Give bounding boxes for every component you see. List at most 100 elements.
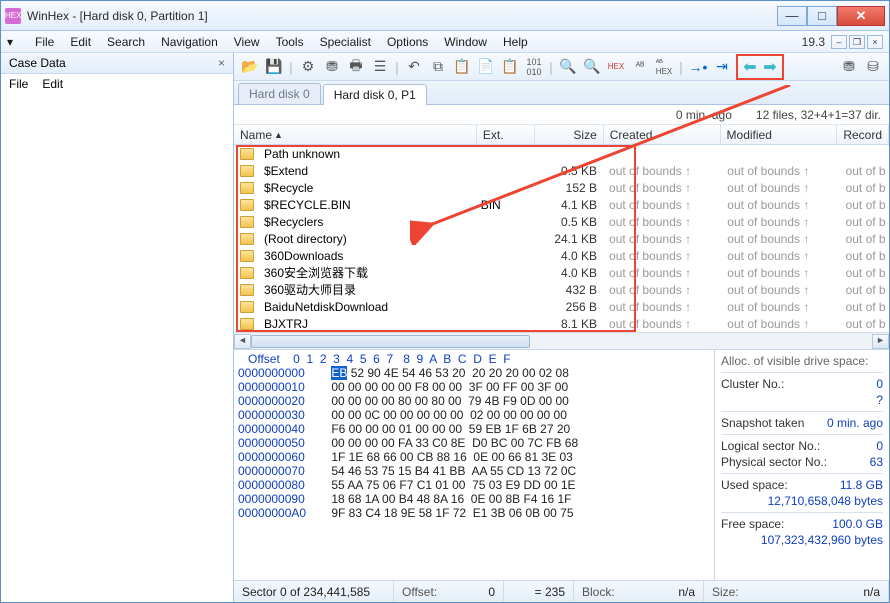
scroll-right-button[interactable]: ► [872, 334, 889, 349]
col-ext[interactable]: Ext. [477, 125, 536, 144]
col-size[interactable]: Size [535, 125, 603, 144]
used-label: Used space: [721, 478, 788, 492]
table-row[interactable]: Path unknown [234, 145, 889, 162]
menu-view[interactable]: View [226, 33, 268, 51]
save-icon[interactable]: 💾 [264, 57, 284, 77]
maximize-button[interactable]: □ [807, 6, 837, 26]
col-created[interactable]: Created [604, 125, 721, 144]
mdi-restore-button[interactable]: ❐ [849, 35, 865, 49]
menu-search[interactable]: Search [99, 33, 153, 51]
file-modified: out of bounds ↑ [721, 198, 839, 212]
file-record: out of b [840, 300, 889, 314]
open-file-icon[interactable]: 📂 [240, 57, 260, 77]
scroll-left-button[interactable]: ◄ [234, 334, 251, 349]
menu-tools[interactable]: Tools [268, 33, 312, 51]
mdi-close-button[interactable]: × [867, 35, 883, 49]
table-row[interactable]: 360驱动大师目录 432 B out of bounds ↑ out of b… [234, 281, 889, 298]
cluster-q: ? [876, 393, 883, 407]
file-created: out of bounds ↑ [603, 181, 721, 195]
file-size: 0.5 KB [534, 215, 603, 229]
hex-view[interactable]: Offset 0 1 2 3 4 5 6 7 8 9 A B C D E F00… [234, 350, 714, 580]
file-name: 360Downloads [258, 249, 475, 263]
goto-icon[interactable]: ⇥ [712, 57, 732, 77]
col-name[interactable]: Name▲ [234, 125, 477, 144]
clipboard-icon[interactable]: 📄 [476, 57, 496, 77]
menu-window[interactable]: Window [436, 33, 495, 51]
snapshot-label: Snapshot taken [721, 416, 804, 430]
nav-forward-icon[interactable]: ➡ [760, 57, 780, 77]
tab-hard-disk-0[interactable]: Hard disk 0 [238, 83, 321, 104]
folder-icon [240, 267, 254, 279]
status-eq: = 235 [535, 585, 565, 599]
menu-navigation[interactable]: Navigation [153, 33, 226, 51]
table-row[interactable]: $Recyclers 0.5 KB out of bounds ↑ out of… [234, 213, 889, 230]
col-record[interactable]: Record [837, 125, 889, 144]
goto-offset-icon[interactable]: →• [688, 57, 708, 77]
binary-icon[interactable]: 101010 [524, 57, 544, 77]
col-modified[interactable]: Modified [721, 125, 838, 144]
minimize-button[interactable]: — [777, 6, 807, 26]
table-row[interactable]: BaiduNetdiskDownload 256 B out of bounds… [234, 298, 889, 315]
open-disk-icon[interactable]: ⚙ [298, 57, 318, 77]
hex-label-icon[interactable]: HEX [606, 57, 626, 77]
lsector-value: 0 [876, 439, 883, 453]
table-row[interactable]: 360Downloads 4.0 KB out of bounds ↑ out … [234, 247, 889, 264]
tab-hard-disk-0-p1[interactable]: Hard disk 0, P1 [323, 84, 427, 105]
file-name: $RECYCLE.BIN [258, 198, 475, 212]
menu-specialist[interactable]: Specialist [312, 33, 379, 51]
replace-hex-icon[interactable]: ᴬᴮHEX [654, 57, 674, 77]
properties-icon[interactable]: ☰ [370, 57, 390, 77]
nav-back-icon[interactable]: ⬅ [740, 57, 760, 77]
table-row[interactable]: BJXTRJ 8.1 KB out of bounds ↑ out of bou… [234, 315, 889, 332]
file-created: out of bounds ↑ [603, 164, 721, 178]
close-button[interactable]: ✕ [837, 6, 885, 26]
case-menu-edit[interactable]: Edit [42, 77, 63, 91]
paste2-icon[interactable]: 📋 [500, 57, 520, 77]
file-modified: out of bounds ↑ [721, 266, 839, 280]
file-name: $Recyclers [258, 215, 475, 229]
replace-text-icon[interactable]: ᴬᴮ [630, 57, 650, 77]
version-label: 19.3 [802, 35, 829, 49]
file-name: BaiduNetdiskDownload [258, 300, 475, 314]
undo-icon[interactable]: ↶ [404, 57, 424, 77]
find-text-icon[interactable]: 🔍 [558, 57, 578, 77]
table-row[interactable]: (Root directory) 24.1 KB out of bounds ↑… [234, 230, 889, 247]
app-menu-icon[interactable]: ▾ [7, 35, 23, 49]
case-menu-file[interactable]: File [9, 77, 28, 91]
file-created: out of bounds ↑ [603, 300, 721, 314]
file-modified: out of bounds ↑ [721, 249, 839, 263]
file-created: out of bounds ↑ [603, 215, 721, 229]
toolbar: 📂 💾 | ⚙ ⛃ 🖶 ☰ | ↶ ⧉ 📋 📄 📋 101010 | 🔍 🔍 H… [234, 53, 889, 81]
disk2-icon[interactable]: ⛁ [863, 57, 883, 77]
case-data-close-icon[interactable]: × [218, 56, 225, 70]
status-sector: Sector 0 of 234,441,585 [242, 585, 370, 599]
lsector-label: Logical sector No.: [721, 439, 820, 453]
file-modified: out of bounds ↑ [721, 283, 839, 297]
print-icon[interactable]: 🖶 [346, 57, 366, 77]
table-row[interactable]: $RECYCLE.BIN BIN 4.1 KB out of bounds ↑ … [234, 196, 889, 213]
h-scrollbar[interactable]: ◄ ► [234, 332, 889, 349]
disk1-icon[interactable]: ⛃ [839, 57, 859, 77]
table-row[interactable]: $Extend 0.5 KB out of bounds ↑ out of bo… [234, 162, 889, 179]
disk-icon[interactable]: ⛃ [322, 57, 342, 77]
cluster-label: Cluster No.: [721, 377, 784, 391]
menu-options[interactable]: Options [379, 33, 436, 51]
menu-edit[interactable]: Edit [62, 33, 99, 51]
paste-icon[interactable]: 📋 [452, 57, 472, 77]
folder-icon [240, 182, 254, 194]
menu-file[interactable]: File [27, 33, 62, 51]
status-block-label: Block: [582, 585, 615, 599]
file-name: BJXTRJ [258, 317, 475, 331]
menu-help[interactable]: Help [495, 33, 536, 51]
find-hex-icon[interactable]: 🔍 [582, 57, 602, 77]
file-created: out of bounds ↑ [603, 266, 721, 280]
mdi-minimize-button[interactable]: – [831, 35, 847, 49]
file-record: out of b [840, 215, 889, 229]
table-row[interactable]: $Recycle 152 B out of bounds ↑ out of bo… [234, 179, 889, 196]
copy-icon[interactable]: ⧉ [428, 57, 448, 77]
file-list[interactable]: Path unknown $Extend 0.5 KB out of bound… [234, 145, 889, 332]
table-row[interactable]: 360安全浏览器下载 4.0 KB out of bounds ↑ out of… [234, 264, 889, 281]
cluster-value: 0 [876, 377, 883, 391]
file-created: out of bounds ↑ [603, 249, 721, 263]
tab-bar: Hard disk 0 Hard disk 0, P1 [234, 81, 889, 105]
